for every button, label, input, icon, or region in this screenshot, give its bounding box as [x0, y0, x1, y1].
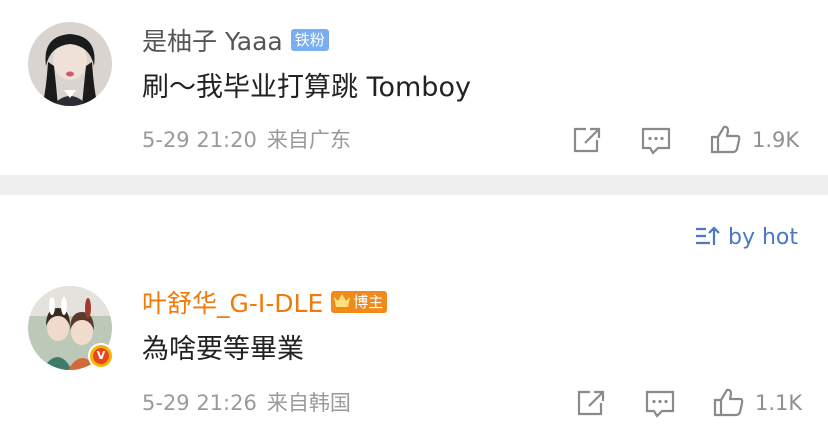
crown-icon [334, 293, 351, 307]
comment-item-1: 是柚子 Yaaa 铁粉 刷～我毕业打算跳 Tomboy 5-29 21:20 来自广… [0, 0, 828, 175]
host-badge-label: 博主 [353, 293, 384, 311]
comment-meta: 5-29 21:26 来自韩国 [142, 389, 351, 417]
username[interactable]: 叶舒华_G-I-DLE 博主 [142, 288, 388, 320]
comment-date: 5-29 21:26 [142, 391, 257, 415]
username-text[interactable]: 叶舒华_G-I-DLE [142, 289, 323, 318]
avatar[interactable] [28, 22, 112, 106]
comment-text: 刷～我毕业打算跳 Tomboy [142, 72, 471, 103]
username[interactable]: 是柚子 Yaaa 铁粉 [142, 26, 329, 58]
share-icon[interactable] [572, 126, 602, 154]
sort-toggle[interactable]: by hot [694, 224, 798, 252]
sort-icon [695, 226, 720, 245]
like-count: 1.1K [755, 391, 803, 415]
comment-item-2 [0, 270, 828, 430]
section-divider [0, 175, 828, 195]
fan-badge: 铁粉 [290, 29, 329, 51]
comment-date: 5-29 21:20 [142, 128, 257, 152]
comment-text: 為啥要等畢業 [142, 334, 304, 365]
comment-meta: 5-29 21:20 来自广东 [142, 126, 351, 154]
sort-label[interactable]: by hot [728, 225, 798, 250]
comment-icon[interactable] [645, 390, 675, 418]
like-icon[interactable] [710, 124, 742, 154]
comment-icon[interactable] [641, 127, 671, 155]
like-count: 1.9K [752, 128, 800, 152]
username-text[interactable]: 是柚子 Yaaa [142, 27, 283, 56]
like-icon[interactable] [713, 387, 745, 417]
share-icon[interactable] [576, 389, 606, 417]
host-badge: 博主 [331, 291, 388, 313]
verified-icon: V [88, 343, 114, 369]
comment-location: 来自韩国 [266, 391, 351, 415]
comment-location: 来自广东 [266, 128, 351, 152]
